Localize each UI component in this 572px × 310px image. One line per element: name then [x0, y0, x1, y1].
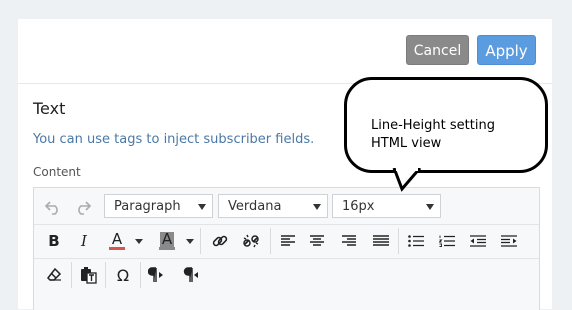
font-family-value: Verdana [228, 199, 282, 214]
toolbar-separator [398, 228, 399, 254]
background-color-dropdown-icon[interactable] [186, 239, 194, 244]
align-center-icon[interactable] [306, 228, 328, 254]
redo-icon[interactable] [70, 194, 96, 220]
toolbar-separator [105, 262, 106, 288]
ltr-icon[interactable] [144, 262, 170, 288]
paste-text-icon[interactable] [75, 262, 101, 288]
annotation-line-1: Line-Height setting [371, 118, 495, 133]
toolbar-separator [270, 228, 271, 254]
rtl-icon[interactable] [176, 262, 202, 288]
cancel-button[interactable]: Cancel [406, 35, 469, 65]
italic-button[interactable]: I [72, 228, 96, 254]
align-left-icon[interactable] [277, 228, 299, 254]
content-label: Content [33, 165, 81, 179]
toolbar-separator [71, 262, 72, 288]
chevron-down-icon [198, 204, 206, 210]
annotation-callout: Line-Height setting HTML view [344, 77, 548, 173]
text-color-icon: A [111, 230, 123, 248]
block-format-value: Paragraph [114, 199, 181, 214]
chevron-down-icon [426, 204, 434, 210]
indent-icon[interactable] [497, 228, 521, 254]
text-color-bar [109, 247, 125, 250]
unlink-icon[interactable] [238, 228, 264, 254]
apply-button[interactable]: Apply [477, 35, 536, 65]
background-color-button[interactable]: A [152, 228, 182, 254]
chevron-down-icon [313, 204, 321, 210]
undo-icon[interactable] [40, 194, 66, 220]
toolbar-divider [34, 224, 539, 225]
font-family-select[interactable]: Verdana [218, 194, 328, 218]
rich-text-editor-toolbar: Paragraph Verdana 16px B I A A Ω [33, 187, 540, 310]
block-format-select[interactable]: Paragraph [104, 194, 213, 218]
toolbar-separator [140, 262, 141, 288]
outdent-icon[interactable] [466, 228, 490, 254]
helper-text: You can use tags to inject subscriber fi… [33, 132, 315, 147]
background-color-icon: A [159, 230, 175, 248]
panel-header: Cancel Apply [18, 19, 552, 84]
bullet-list-icon[interactable] [404, 228, 428, 254]
clear-format-icon[interactable] [42, 262, 66, 288]
numbered-list-icon[interactable] [435, 228, 459, 254]
annotation-line-2: HTML view [371, 136, 442, 151]
text-color-button[interactable]: A [102, 228, 132, 254]
justify-icon[interactable] [370, 228, 392, 254]
background-color-bar [159, 247, 175, 250]
font-size-select[interactable]: 16px [332, 194, 441, 218]
section-title: Text [33, 99, 66, 118]
link-icon[interactable] [207, 228, 233, 254]
font-size-value: 16px [342, 199, 375, 214]
callout-tail [392, 168, 422, 192]
toolbar-divider [34, 258, 539, 259]
align-right-icon[interactable] [338, 228, 360, 254]
toolbar-separator [200, 228, 201, 254]
text-color-dropdown-icon[interactable] [135, 239, 143, 244]
special-character-button[interactable]: Ω [110, 262, 136, 288]
bold-button[interactable]: B [42, 228, 66, 254]
